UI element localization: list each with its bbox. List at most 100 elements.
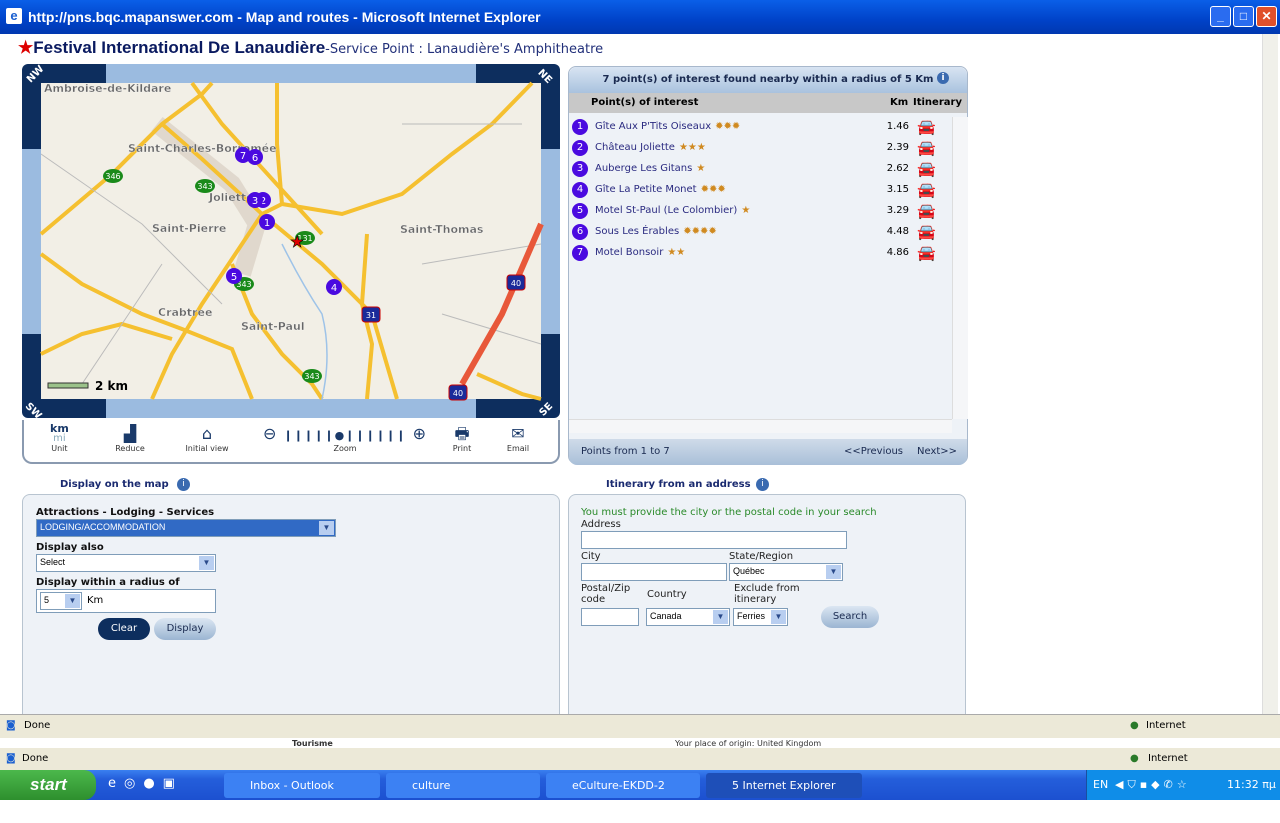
close-button[interactable]: ✕ — [1256, 6, 1277, 27]
postal-input[interactable] — [581, 608, 639, 626]
poi-number[interactable]: 3 — [572, 161, 588, 177]
display-button[interactable]: Display — [154, 618, 216, 640]
print-button[interactable]: 🖶 Print — [448, 424, 476, 453]
poi-marker[interactable]: 5 — [226, 268, 242, 284]
car-icon[interactable]: 🚘 — [917, 244, 936, 262]
service-point-star-icon[interactable]: ★ — [290, 232, 305, 252]
route-shield: 31 — [361, 306, 381, 323]
zoom-control[interactable]: ⊖ ❙❙❙❙❙●❙❙❙❙❙❙ ⊕ Zoom — [260, 424, 430, 453]
poi-marker[interactable]: 1 — [259, 214, 275, 230]
pan-west[interactable] — [22, 149, 41, 334]
initial-view-button[interactable]: ⌂ Initial view — [182, 424, 232, 453]
email-button[interactable]: ✉ Email — [504, 424, 532, 453]
poi-name-link[interactable]: Gîte Aux P'Tits Oiseaux ✹✹✹ — [595, 121, 740, 132]
email-label: Email — [506, 444, 530, 453]
radius-select[interactable]: 5 ▼ — [40, 592, 82, 610]
clear-button[interactable]: Clear — [98, 618, 150, 640]
start-button[interactable]: start — [0, 770, 96, 800]
task-outlook[interactable]: Inbox - Outlook Express — [224, 773, 380, 817]
zoom-in-icon[interactable]: ⊕ — [413, 424, 427, 443]
unit-label: Unit — [51, 444, 68, 453]
poi-name-link[interactable]: Motel Bonsoir ★★ — [595, 247, 685, 258]
poi-marker[interactable]: 3 — [247, 192, 263, 208]
pan-east[interactable] — [541, 149, 560, 334]
status-text: Done — [22, 753, 49, 764]
tab-display-on-map[interactable]: Display on the map — [50, 474, 179, 496]
poi-number[interactable]: 6 — [572, 224, 588, 240]
search-button[interactable]: Search — [821, 606, 879, 628]
exclude-value: Ferries — [737, 611, 766, 621]
rating: ✹✹✹✹ — [683, 226, 717, 237]
poi-name-link[interactable]: Sous Les Érables ✹✹✹✹ — [595, 226, 717, 237]
car-icon[interactable]: 🚘 — [917, 160, 936, 178]
poi-number[interactable]: 2 — [572, 140, 588, 156]
car-icon[interactable]: 🚘 — [917, 223, 936, 241]
category-select[interactable]: LODGING/ACCOMMODATION ▼ — [36, 519, 336, 537]
poi-distance: 2.62 — [886, 163, 909, 174]
zoom-slider[interactable]: ❙❙❙❙❙●❙❙❙❙❙❙ — [284, 429, 407, 442]
country-select[interactable]: Canada ▼ — [646, 608, 730, 626]
map[interactable]: Saint-Charles-BorroméeJolietteSaint-Pier… — [22, 64, 560, 418]
poi-number[interactable]: 7 — [572, 245, 588, 261]
place-label: Saint-Pierre — [152, 222, 226, 235]
display-panel: Attractions - Lodging - Services LODGING… — [22, 494, 560, 714]
previous-link[interactable]: <<Previous — [844, 439, 903, 465]
svg-text:7: 7 — [240, 151, 246, 162]
radius-unit: Km — [87, 595, 104, 606]
rating: ✹✹✹ — [715, 121, 741, 132]
car-icon[interactable]: 🚘 — [917, 139, 936, 157]
poi-name-link[interactable]: Motel St-Paul (Le Colombier) ★ — [595, 205, 750, 216]
globe-icon: ● — [1130, 720, 1139, 731]
unit-button[interactable]: km mi Unit — [50, 423, 69, 453]
poi-number[interactable]: 4 — [572, 182, 588, 198]
chevron-down-icon: ▼ — [771, 610, 786, 624]
poi-name-link[interactable]: Gîte La Petite Monet ✹✹✹ — [595, 184, 726, 195]
quick-launch-icons[interactable]: e◎●▣ — [108, 776, 183, 791]
envelope-icon: ✉ — [511, 424, 525, 443]
svg-text:1: 1 — [264, 218, 270, 229]
poi-distance: 1.46 — [886, 121, 909, 132]
exclude-select[interactable]: Ferries ▼ — [733, 608, 788, 626]
poi-hscrollbar[interactable] — [569, 419, 952, 433]
place-label: Ambroise-de-Kildare — [44, 82, 171, 95]
info-icon[interactable]: i — [937, 72, 949, 84]
page-subtitle: Service Point : Lanaudière's Amphitheatr… — [329, 42, 604, 57]
info-icon[interactable]: i — [756, 478, 769, 491]
task-eculture[interactable]: eCulture-EKDD-2 — [546, 773, 700, 798]
tray-icons[interactable]: ◀⛉▪◆✆☆ — [1115, 770, 1191, 800]
ie-page-icon: ◙ — [6, 753, 16, 764]
car-icon[interactable]: 🚘 — [917, 181, 936, 199]
reduce-button[interactable]: ▟ Reduce — [112, 424, 148, 453]
poi-marker[interactable]: 4 — [326, 279, 342, 295]
task-internet-explorer[interactable]: 5 Internet Explorer — [706, 773, 862, 798]
poi-name-link[interactable]: Château Joliette ★★★ — [595, 142, 706, 153]
task-culture[interactable]: culture — [386, 773, 540, 798]
page-scrollbar[interactable] — [1262, 34, 1278, 714]
tab-itinerary[interactable]: Itinerary from an address — [596, 474, 761, 496]
also-label: Display also — [36, 542, 104, 553]
zoom-out-icon[interactable]: ⊖ — [263, 424, 277, 443]
taskbar: start e◎●▣ Inbox - Outlook Express cultu… — [0, 770, 1280, 817]
language-indicator[interactable]: EN — [1093, 770, 1108, 800]
system-tray: EN ◀⛉▪◆✆☆ 11:32 πμ — [1086, 770, 1280, 800]
region-select[interactable]: Québec ▼ — [729, 563, 843, 581]
svg-text:3: 3 — [252, 196, 258, 207]
pan-south[interactable] — [106, 399, 476, 418]
info-icon[interactable]: i — [177, 478, 190, 491]
poi-name-link[interactable]: Auberge Les Gitans ★ — [595, 163, 705, 174]
pan-north[interactable] — [106, 64, 476, 83]
city-input[interactable] — [581, 563, 727, 581]
poi-scrollbar[interactable] — [952, 117, 968, 419]
poi-marker[interactable]: 7 — [235, 147, 251, 163]
reduce-label: Reduce — [115, 444, 145, 453]
poi-number[interactable]: 1 — [572, 119, 588, 135]
minimize-button[interactable]: _ — [1210, 6, 1231, 27]
display-also-select[interactable]: Select ▼ — [36, 554, 216, 572]
region-value: Québec — [733, 566, 765, 576]
car-icon[interactable]: 🚘 — [917, 202, 936, 220]
poi-number[interactable]: 5 — [572, 203, 588, 219]
address-input[interactable] — [581, 531, 847, 549]
maximize-button[interactable]: □ — [1233, 6, 1254, 27]
next-link[interactable]: Next>> — [917, 439, 957, 465]
car-icon[interactable]: 🚘 — [917, 118, 936, 136]
